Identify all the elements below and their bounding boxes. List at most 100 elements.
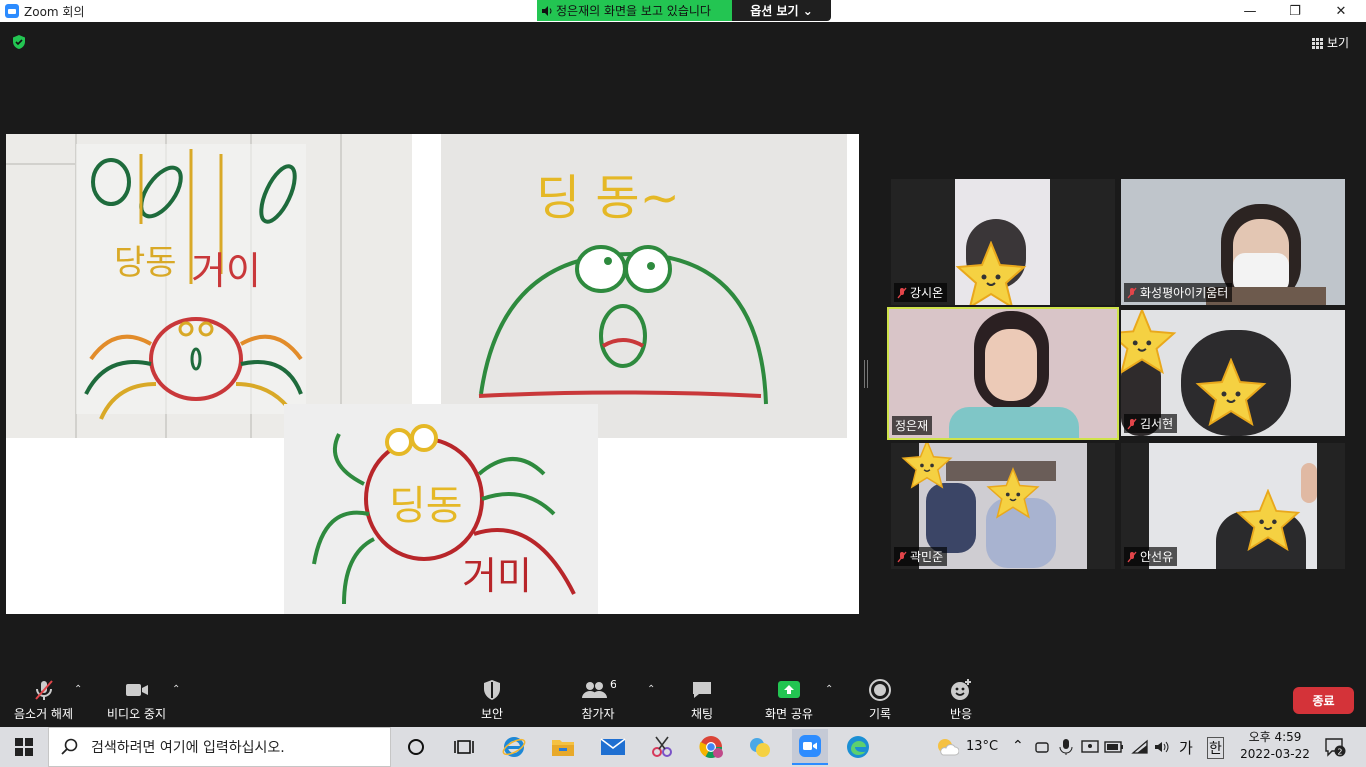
video-tile[interactable]: 강시온 xyxy=(891,179,1115,305)
participants-options-caret[interactable]: ⌃ xyxy=(647,684,655,695)
drawing-spider-2: 딩동 거미 xyxy=(284,404,598,614)
snip-tool-icon[interactable] xyxy=(648,733,676,761)
panel-splitter[interactable] xyxy=(864,360,868,388)
share-banner: 정은재의 화면을 보고 있습니다 xyxy=(537,0,732,21)
chat-label: 채팅 xyxy=(690,707,714,721)
drawing-spider-1: 당동 거이 xyxy=(6,134,412,438)
microphone-tray-icon[interactable] xyxy=(1054,733,1078,761)
participant-name: 안선유 xyxy=(1140,550,1174,564)
shared-screen[interactable]: 당동 거이 딩 동~ 딩동 거미 xyxy=(6,134,859,614)
video-tile-active-speaker[interactable]: 정은재 xyxy=(887,307,1119,440)
security-button[interactable]: 보안 xyxy=(480,678,504,722)
participants-label: 참가자 xyxy=(581,707,615,721)
task-view-icon[interactable] xyxy=(450,733,478,761)
svg-text:당동: 당동 xyxy=(114,243,177,283)
video-tile[interactable]: 화성평아이키움터 xyxy=(1121,179,1345,305)
grid-icon xyxy=(1312,37,1323,49)
internet-explorer-icon[interactable] xyxy=(500,733,528,761)
mic-muted-icon xyxy=(34,680,53,700)
unmute-label: 음소거 해제 xyxy=(14,707,74,721)
participant-name: 곽민준 xyxy=(910,550,944,564)
maximize-button[interactable]: ❐ xyxy=(1272,0,1318,22)
wifi-icon[interactable] xyxy=(1128,733,1152,761)
svg-text:거미: 거미 xyxy=(462,554,532,598)
video-tile[interactable]: 안선유 xyxy=(1121,443,1345,569)
speaker-icon xyxy=(542,5,552,16)
minimize-button[interactable]: — xyxy=(1227,0,1273,22)
video-feed xyxy=(949,407,1079,438)
star-sticker-icon xyxy=(1195,358,1267,426)
share-screen-button[interactable]: 화면 공유 xyxy=(765,678,813,722)
windows-taskbar: 검색하려면 여기에 입력하십시오. 13°C ⌃ 가 한 오후 4:59 202… xyxy=(0,727,1366,767)
cortana-icon[interactable] xyxy=(402,733,430,761)
star-sticker-icon xyxy=(986,467,1040,519)
share-screen-icon xyxy=(777,681,800,698)
mail-icon[interactable] xyxy=(599,733,627,761)
participant-label: 정은재 xyxy=(892,416,933,435)
volume-icon[interactable] xyxy=(1150,733,1174,761)
star-sticker-icon xyxy=(1235,489,1301,551)
shared-photo-spider-2: 딩동 거미 xyxy=(284,404,598,614)
taskbar-clock[interactable]: 오후 4:59 2022-03-22 xyxy=(1236,729,1314,763)
zoom-taskbar-icon[interactable] xyxy=(792,729,828,765)
audio-options-caret[interactable]: ⌃ xyxy=(74,684,82,695)
record-button[interactable]: 기록 xyxy=(868,678,892,722)
video-feed xyxy=(926,483,976,553)
video-tile[interactable]: 곽민준 xyxy=(891,443,1115,569)
notification-center-icon[interactable]: 2 xyxy=(1321,733,1349,761)
video-options-caret[interactable]: ⌃ xyxy=(172,684,180,695)
file-explorer-icon[interactable] xyxy=(549,733,577,761)
mic-muted-icon xyxy=(1127,418,1137,429)
meet-now-icon[interactable] xyxy=(1030,733,1054,761)
stop-video-label: 비디오 중지 xyxy=(107,707,167,721)
record-label: 기록 xyxy=(868,707,892,721)
svg-text:딩동: 딩동 xyxy=(389,483,463,529)
participant-label: 김서현 xyxy=(1124,414,1178,433)
participant-label: 곽민준 xyxy=(894,547,948,566)
edge-browser-icon[interactable] xyxy=(844,733,872,761)
chrome-profile-icon[interactable] xyxy=(697,733,725,761)
start-button[interactable] xyxy=(0,727,48,767)
shared-photo-spider-1: 당동 거이 xyxy=(6,134,412,438)
battery-icon[interactable] xyxy=(1102,733,1126,761)
share-banner-text: 정은재의 화면을 보고 있습니다 xyxy=(556,4,711,18)
clock-time: 오후 4:59 xyxy=(1248,730,1302,744)
reactions-button[interactable]: 반응 xyxy=(949,678,973,722)
close-button[interactable]: ✕ xyxy=(1318,0,1364,22)
participant-label: 안선유 xyxy=(1124,547,1178,566)
windows-logo-icon xyxy=(15,738,33,756)
share-screen-label: 화면 공유 xyxy=(765,707,813,721)
drawing-ding-dong: 딩 동~ xyxy=(441,134,847,438)
ime-indicator[interactable]: 가 xyxy=(1179,737,1193,758)
meeting-toolbar: 음소거 해제 ⌃ 비디오 중지 ⌃ 보안 6 참가자 ⌃ 채팅 화면 공유 ⌃ … xyxy=(0,672,1366,727)
participant-count: 6 xyxy=(610,678,616,691)
tray-overflow-chevron-icon[interactable]: ⌃ xyxy=(1012,738,1024,754)
view-options-button[interactable]: 옵션 보기 ⌄ xyxy=(732,0,831,21)
window-title: Zoom 회의 xyxy=(24,4,85,19)
view-layout-button[interactable]: 보기 xyxy=(1312,34,1349,51)
chat-button[interactable]: 채팅 xyxy=(690,678,714,722)
video-tile[interactable]: 김서현 xyxy=(1121,310,1345,436)
shield-icon xyxy=(484,680,500,700)
participant-label: 화성평아이키움터 xyxy=(1124,283,1233,302)
ime-mode-indicator[interactable]: 한 xyxy=(1207,737,1224,759)
participant-name: 김서현 xyxy=(1140,417,1174,431)
display-tray-icon[interactable] xyxy=(1078,733,1102,761)
unmute-button[interactable]: 음소거 해제 xyxy=(14,678,73,722)
participant-name: 화성평아이키움터 xyxy=(1140,286,1229,300)
end-meeting-button[interactable]: 종료 xyxy=(1293,687,1354,714)
video-feed xyxy=(1301,463,1317,503)
taskbar-search-box[interactable]: 검색하려면 여기에 입력하십시오. xyxy=(48,727,391,767)
view-label: 보기 xyxy=(1327,36,1350,50)
video-feed xyxy=(985,329,1037,401)
kakaotalk-icon[interactable] xyxy=(746,733,774,761)
participants-button[interactable]: 6 참가자 xyxy=(580,678,616,722)
weather-icon[interactable] xyxy=(933,733,961,761)
share-options-caret[interactable]: ⌃ xyxy=(825,684,833,695)
weather-temperature[interactable]: 13°C xyxy=(966,739,998,754)
shield-icon[interactable] xyxy=(11,34,27,50)
reaction-smile-icon xyxy=(951,679,971,700)
search-icon xyxy=(61,738,78,755)
stop-video-button[interactable]: 비디오 중지 xyxy=(107,678,166,722)
mic-muted-icon xyxy=(897,287,907,298)
